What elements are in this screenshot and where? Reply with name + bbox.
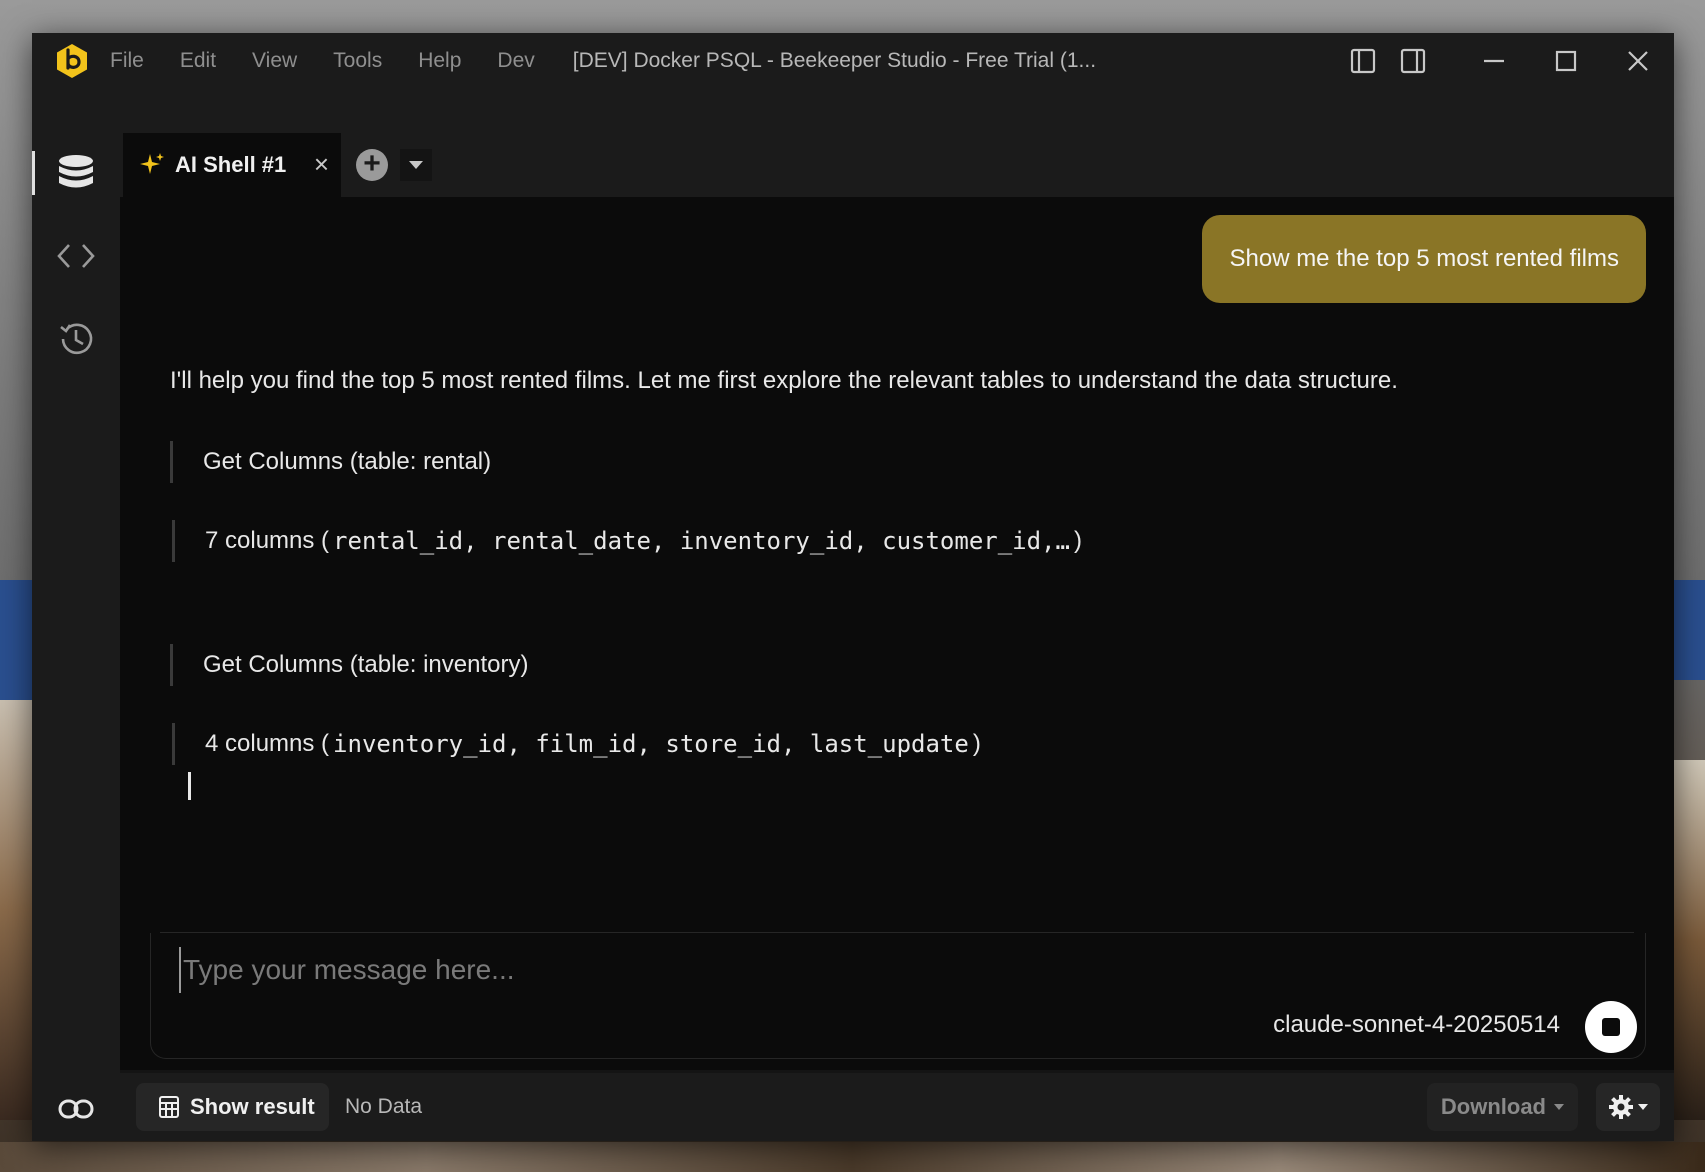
right-panel-icon	[1400, 48, 1426, 74]
menu-tools[interactable]: Tools	[333, 49, 382, 73]
chevron-down-icon	[1554, 1104, 1564, 1110]
history-button[interactable]	[32, 307, 120, 371]
settings-button[interactable]	[1596, 1083, 1660, 1131]
new-tab-button[interactable]: +	[356, 146, 388, 181]
code-icon	[57, 244, 95, 268]
gear-icon	[1609, 1095, 1633, 1119]
stop-generation-button[interactable]	[1585, 1001, 1637, 1053]
close-window-button[interactable]	[1602, 33, 1674, 89]
chevron-down-icon	[1638, 1104, 1648, 1110]
maximize-button[interactable]	[1530, 33, 1602, 89]
tab-close-button[interactable]: ×	[314, 151, 329, 177]
plus-icon: +	[363, 146, 381, 180]
table-icon	[159, 1096, 179, 1118]
assistant-message: I'll help you find the top 5 most rented…	[170, 367, 1398, 394]
chevron-down-icon	[409, 161, 423, 169]
tool-result: 4 columns ( inventory_id, film_id, store…	[172, 723, 981, 765]
sparkle-icon	[140, 153, 164, 174]
tab-label: AI Shell #1	[175, 152, 287, 177]
close-icon	[1628, 51, 1648, 71]
queries-button[interactable]	[32, 224, 120, 288]
message-composer: claude-sonnet-4-20250514	[150, 933, 1646, 1059]
menu-help[interactable]: Help	[418, 49, 461, 73]
tool-result-count: 4 columns (	[205, 730, 330, 757]
desktop-background	[1673, 580, 1705, 680]
stop-icon	[1602, 1018, 1620, 1036]
model-selector[interactable]: claude-sonnet-4-20250514	[1273, 1011, 1560, 1039]
activity-bar	[32, 89, 120, 1141]
title-bar: File Edit View Tools Help Dev [DEV] Dock…	[32, 33, 1674, 89]
tool-result: 7 columns ( rental_id, rental_date, inve…	[172, 520, 1082, 562]
left-panel-icon	[1350, 48, 1376, 74]
window-controls	[1338, 33, 1674, 89]
download-label: Download	[1440, 1094, 1546, 1119]
user-message: Show me the top 5 most rented films	[1202, 215, 1646, 303]
tool-call: Get Columns (table: rental)	[170, 441, 491, 483]
minimize-button[interactable]	[1458, 33, 1530, 89]
new-tab-dropdown-button[interactable]	[400, 149, 432, 181]
tab-ai-shell[interactable]: AI Shell #1 ×	[123, 133, 341, 197]
show-result-label: Show result	[190, 1094, 315, 1119]
message-input[interactable]	[179, 947, 1285, 993]
download-button[interactable]: Download	[1426, 1083, 1578, 1131]
result-status: No Data	[345, 1095, 423, 1118]
desktop-background	[0, 1142, 1705, 1172]
desktop-background	[0, 700, 32, 1120]
connection-link-button[interactable]	[32, 1077, 120, 1141]
tab-bar: AI Shell #1 × +	[120, 89, 1674, 197]
ai-shell-panel: Show me the top 5 most rented films I'll…	[120, 197, 1674, 1137]
tool-result-count: 7 columns (	[205, 527, 330, 554]
tool-call: Get Columns (table: inventory)	[170, 644, 528, 686]
menu-edit[interactable]: Edit	[180, 49, 216, 73]
desktop-background	[1673, 760, 1705, 1120]
show-result-button[interactable]: Show result	[136, 1083, 329, 1131]
tool-result-columns: rental_id, rental_date, inventory_id, cu…	[333, 527, 1070, 555]
tool-call-label: Get Columns (table: rental)	[203, 448, 492, 475]
tool-result-suffix: )	[1073, 527, 1082, 554]
minimize-icon	[1484, 59, 1504, 63]
database-icon	[59, 155, 93, 188]
status-bar: Show result No Data Download	[120, 1070, 1674, 1141]
app-window: File Edit View Tools Help Dev [DEV] Dock…	[32, 33, 1674, 1141]
link-icon	[58, 1099, 94, 1119]
window-title: [DEV] Docker PSQL - Beekeeper Studio - F…	[572, 49, 1097, 72]
desktop-background	[0, 580, 32, 700]
tool-call-label: Get Columns (table: inventory)	[203, 651, 529, 678]
tool-result-columns: inventory_id, film_id, store_id, last_up…	[333, 730, 969, 758]
maximize-icon	[1555, 50, 1577, 72]
streaming-cursor	[188, 772, 191, 800]
menu-dev[interactable]: Dev	[497, 49, 534, 73]
connections-button[interactable]	[32, 141, 120, 205]
beekeeper-logo-icon	[57, 44, 87, 78]
menu-view[interactable]: View	[252, 49, 297, 73]
history-icon	[60, 323, 93, 355]
toggle-left-sidebar-button[interactable]	[1338, 33, 1388, 89]
toggle-right-sidebar-button[interactable]	[1388, 33, 1438, 89]
menu-file[interactable]: File	[110, 49, 144, 73]
tool-result-suffix: )	[972, 730, 981, 757]
